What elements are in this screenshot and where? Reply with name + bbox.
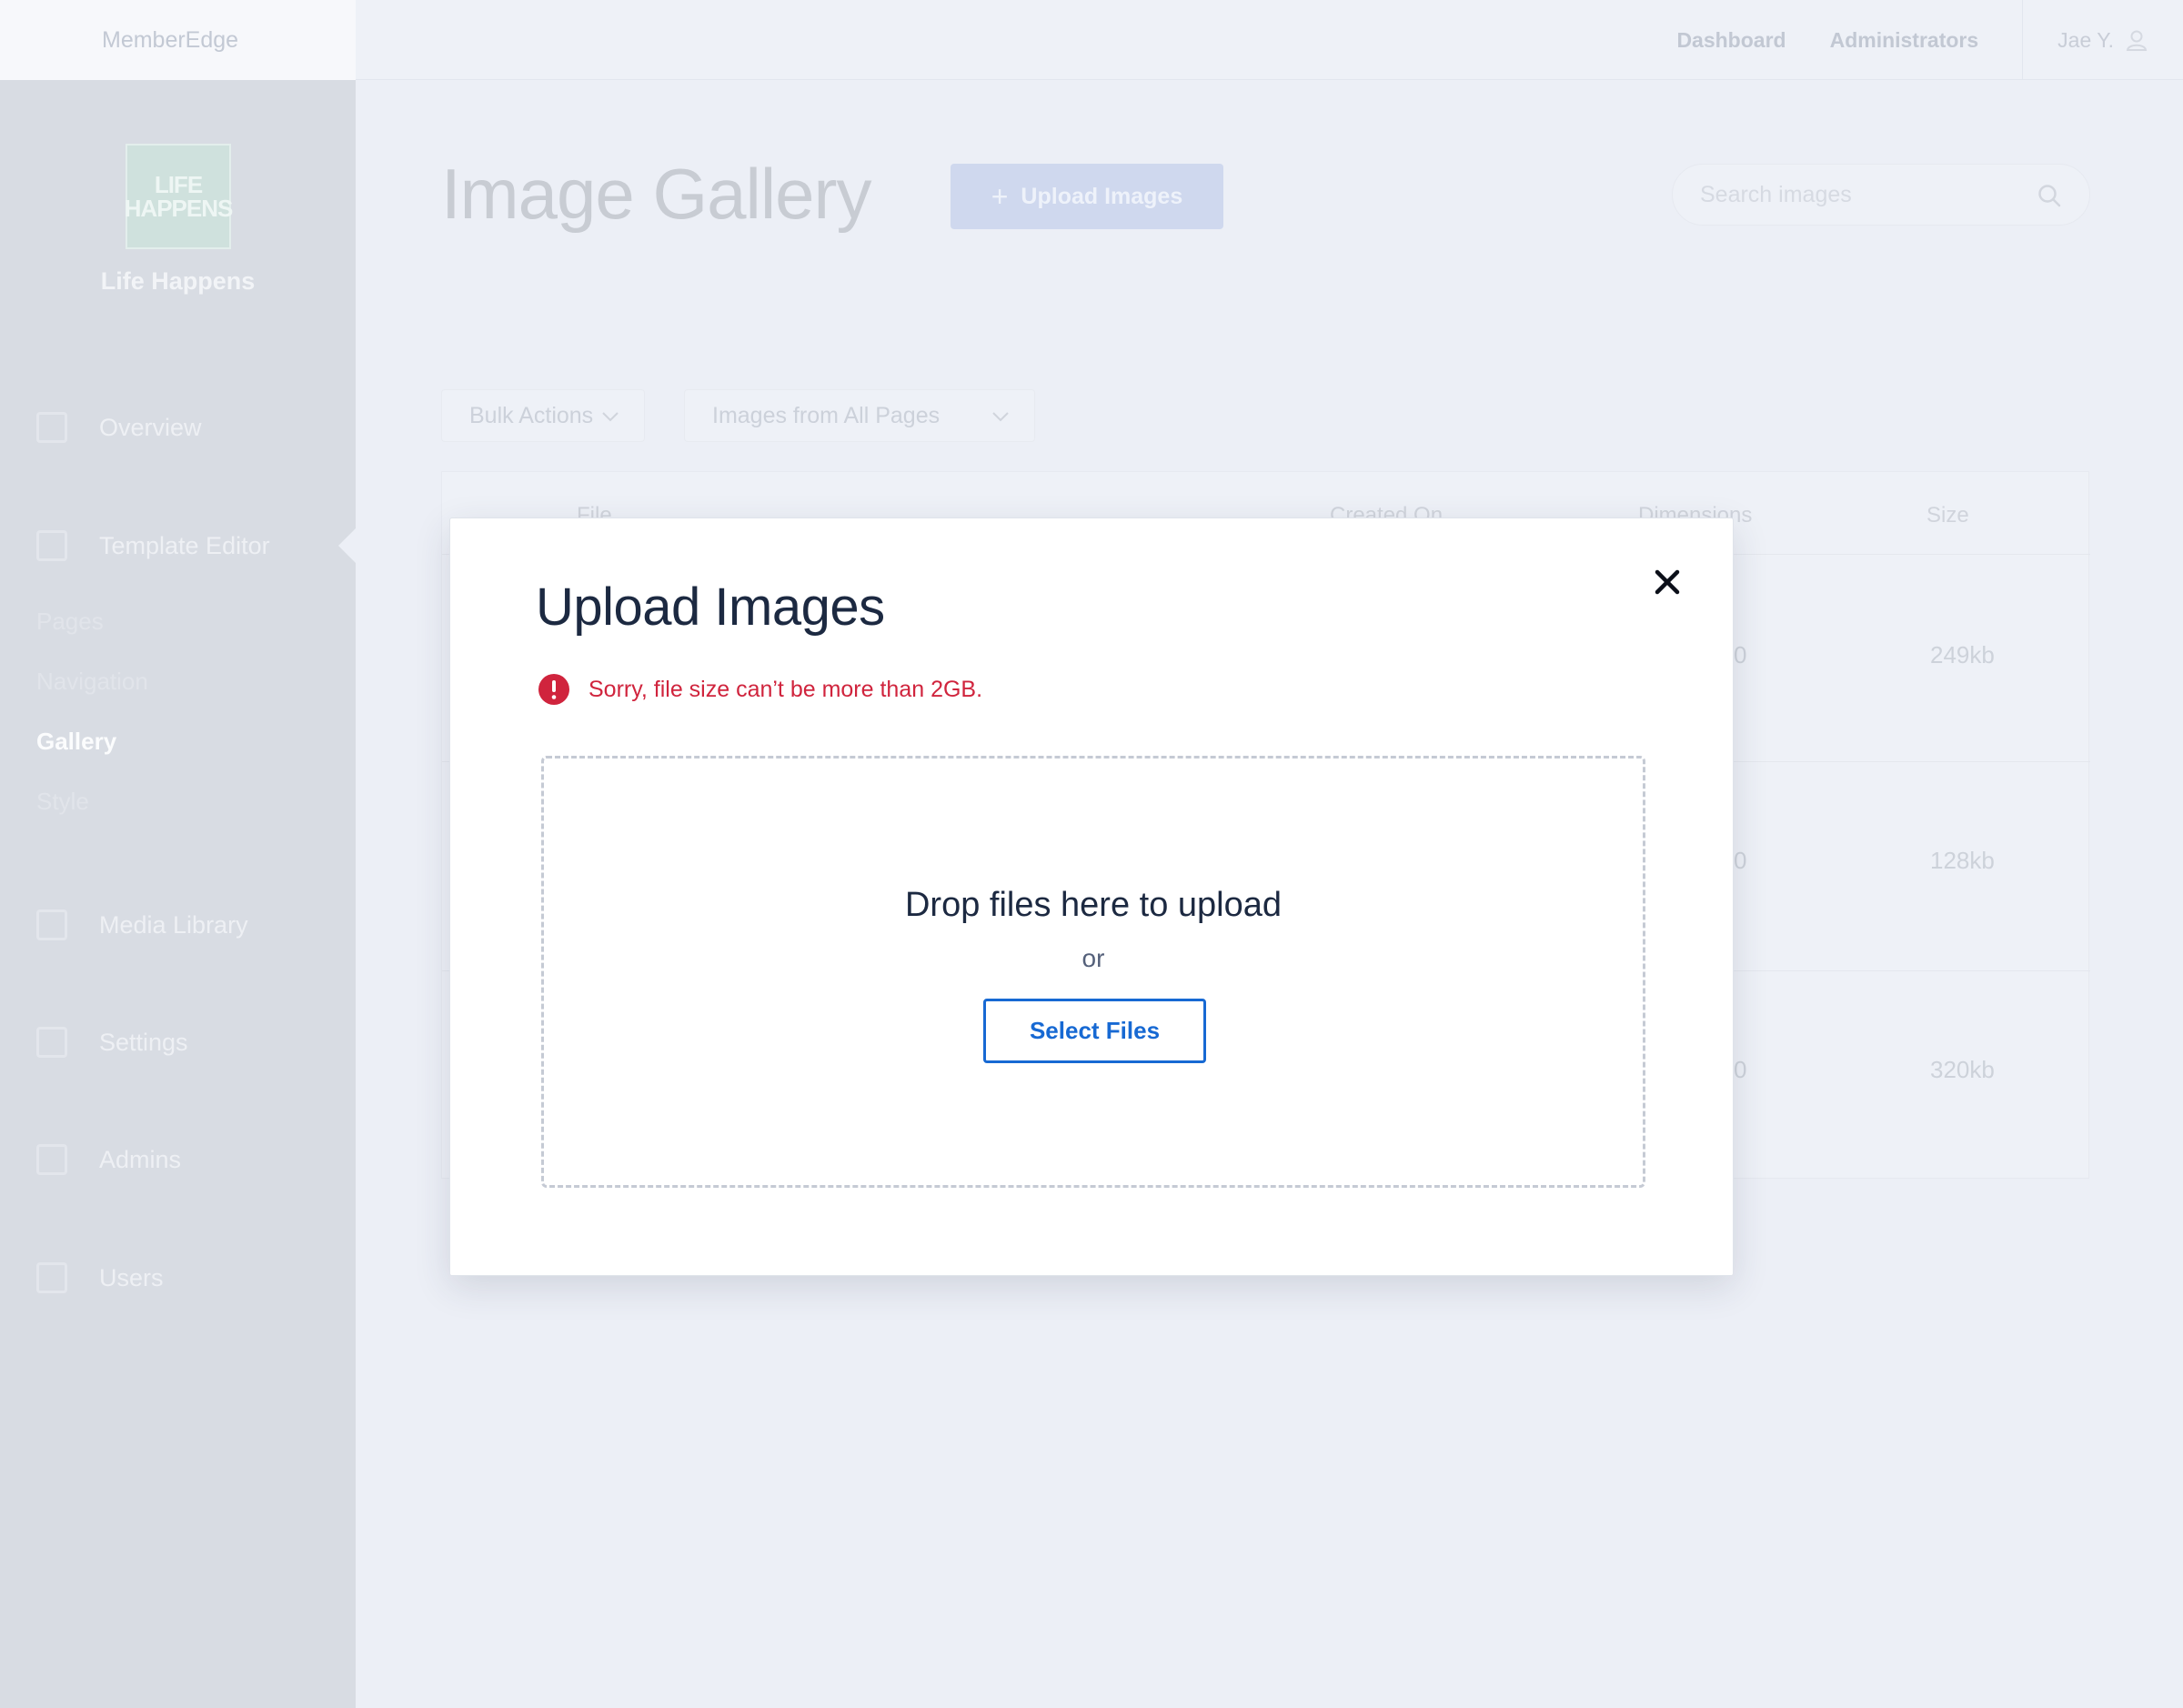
org-logo: LIFE HAPPENS (125, 144, 233, 249)
page-title: Image Gallery (441, 154, 872, 234)
active-indicator (338, 527, 357, 564)
sidebar-item-overview[interactable]: Overview (0, 400, 356, 455)
overview-icon (36, 412, 67, 443)
sidebar-item-users[interactable]: Users (0, 1251, 356, 1305)
file-dropzone[interactable]: Drop files here to upload or Select File… (541, 756, 1645, 1188)
or-separator: or (1081, 944, 1105, 972)
table-cell-dimensions: 0 (1734, 1056, 1747, 1083)
sidebar-sub-pages[interactable]: Pages (36, 608, 104, 636)
table-cell-size: 320kb (1930, 1056, 1995, 1083)
sidebar-sub-navigation[interactable]: Navigation (36, 668, 148, 696)
sidebar-item-media-library[interactable]: Media Library (0, 898, 356, 952)
sidebar: LIFE HAPPENS Life Happens Overview Templ… (0, 80, 357, 1708)
user-icon[interactable] (2125, 28, 2148, 52)
sidebar-item-admins[interactable]: Admins (0, 1132, 356, 1187)
brand-name[interactable]: MemberEdge (0, 0, 356, 80)
top-nav: Dashboard Administrators Jae Y. (1676, 0, 2183, 80)
sidebar-sub-gallery[interactable]: Gallery (36, 728, 116, 756)
template-icon (36, 530, 67, 561)
nav-divider (2022, 0, 2024, 80)
nav-administrators[interactable]: Administrators (1830, 28, 1979, 53)
plus-icon: + (991, 179, 1009, 213)
modal-title: Upload Images (536, 578, 885, 637)
users-icon (36, 1262, 67, 1293)
admins-icon (36, 1144, 67, 1175)
error-text: Sorry, file size can’t be more than 2GB. (589, 676, 983, 702)
upload-images-button[interactable]: + Upload Images (951, 164, 1223, 229)
upload-images-modal: Upload Images Sorry, file size can’t be … (449, 517, 1734, 1276)
sidebar-sub-style[interactable]: Style (36, 788, 89, 816)
user-name[interactable]: Jae Y. (2057, 28, 2114, 53)
drop-instructions: Drop files here to upload (904, 886, 1283, 924)
table-cell-dimensions: 0 (1734, 847, 1747, 874)
settings-icon (36, 1027, 67, 1058)
search-input[interactable]: Search images (1672, 164, 2090, 226)
column-header-size[interactable]: Size (1926, 503, 1969, 528)
select-files-button[interactable]: Select Files (983, 999, 1206, 1063)
search-icon[interactable] (2037, 183, 2062, 208)
chevron-down-icon (992, 412, 1009, 422)
table-cell-dimensions: 0 (1734, 641, 1747, 668)
bulk-actions-dropdown[interactable]: Bulk Actions (441, 389, 645, 442)
image-filter-dropdown[interactable]: Images from All Pages (684, 389, 1035, 442)
org-name: Life Happens (100, 267, 256, 295)
nav-dashboard[interactable]: Dashboard (1676, 28, 1786, 53)
sidebar-item-template-editor[interactable]: Template Editor (0, 518, 356, 573)
error-icon (538, 674, 569, 705)
top-bar: MemberEdge Dashboard Administrators Jae … (0, 0, 2183, 80)
sidebar-item-settings[interactable]: Settings (0, 1015, 356, 1070)
error-message: Sorry, file size can’t be more than 2GB. (538, 673, 982, 706)
table-cell-size: 249kb (1930, 641, 1995, 668)
media-icon (36, 909, 67, 940)
close-icon[interactable] (1649, 564, 1685, 600)
chevron-down-icon (602, 412, 619, 422)
table-cell-size: 128kb (1930, 847, 1995, 874)
